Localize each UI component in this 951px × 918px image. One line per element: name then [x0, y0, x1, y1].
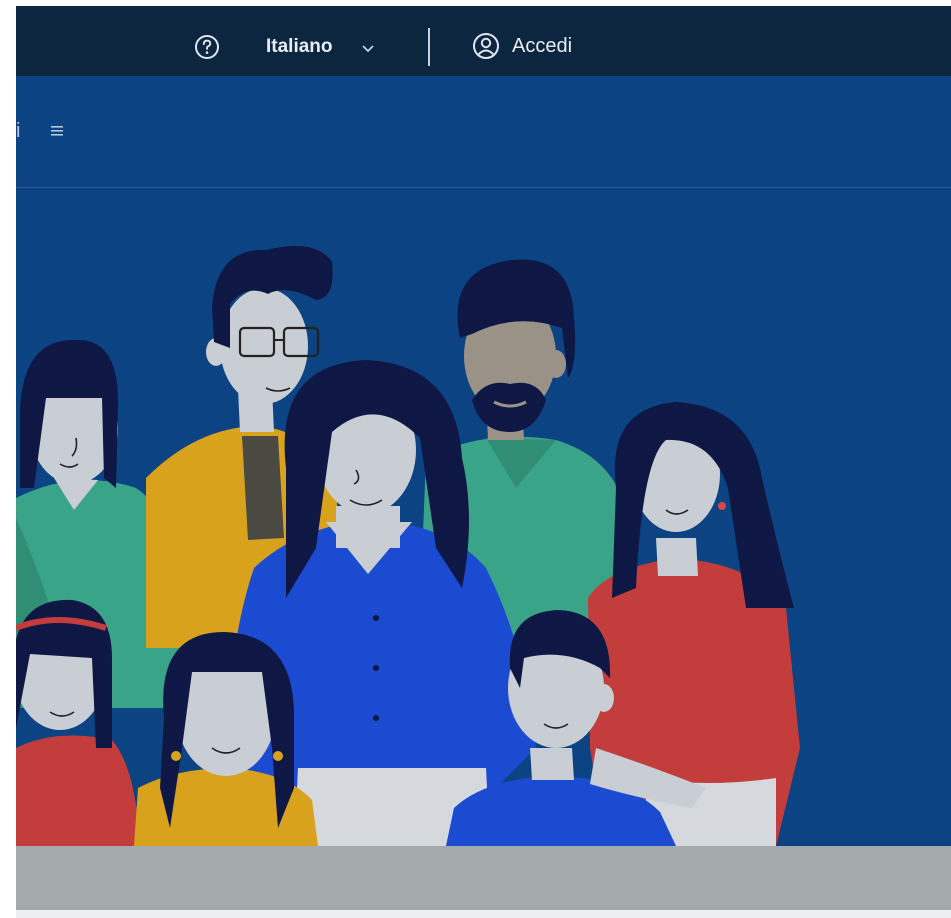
login-link[interactable]: Accedi	[512, 35, 572, 58]
hero-section	[16, 188, 951, 846]
nav-item-truncated[interactable]: i	[16, 120, 20, 143]
hamburger-menu-icon[interactable]	[50, 124, 64, 138]
chevron-down-icon[interactable]	[360, 42, 376, 54]
content-band	[16, 846, 951, 910]
family-illustration	[16, 246, 800, 846]
language-selector[interactable]: Italiano	[266, 36, 333, 58]
top-utility-bar: Italiano Accedi	[16, 0, 951, 76]
main-navigation: i	[16, 76, 951, 188]
user-circle-icon[interactable]	[472, 32, 500, 60]
page-left-edge	[0, 0, 16, 918]
topbar-divider	[428, 28, 430, 66]
page-bottom-edge	[16, 910, 951, 918]
help-circle-icon[interactable]	[194, 34, 220, 60]
